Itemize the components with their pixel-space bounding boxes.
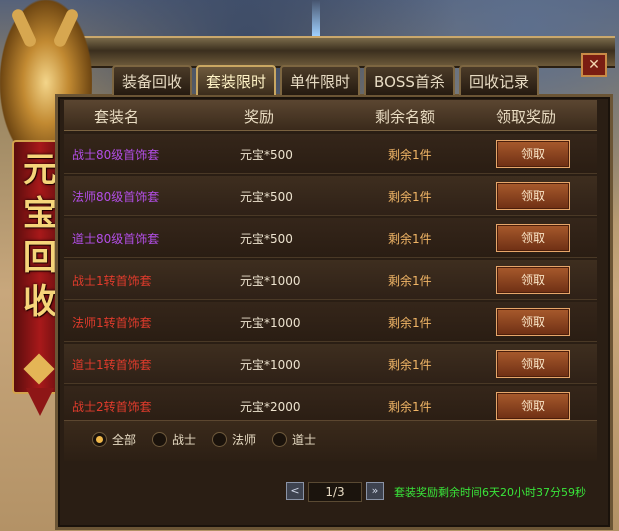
filter-label: 全部 — [112, 433, 137, 447]
reward-amount: 元宝*1000 — [240, 274, 301, 288]
tab-single-limited[interactable]: 单件限时 — [280, 65, 361, 95]
dragon-horn-icon — [52, 7, 80, 49]
filter-mage[interactable]: 法师 — [212, 431, 256, 448]
claim-button[interactable]: 领取 — [496, 266, 570, 294]
footer-bar: < 1/3 » 套装奖励剩余时间6天20小时37分59秒 — [64, 464, 597, 516]
remaining-count: 剩余1件 — [388, 358, 432, 372]
table-row: 法师80级首饰套 元宝*500 剩余1件 领取 — [64, 176, 597, 216]
remaining-count: 剩余1件 — [388, 400, 432, 414]
remaining-count: 剩余1件 — [388, 274, 432, 288]
set-name: 战士1转首饰套 — [72, 274, 152, 288]
radio-icon — [212, 432, 227, 447]
set-name: 战士80级首饰套 — [72, 148, 160, 162]
page-indicator: 1/3 — [308, 482, 362, 502]
tab-set-limited[interactable]: 套装限时 — [196, 65, 277, 95]
set-name: 道士1转首饰套 — [72, 358, 152, 372]
table-row: 战士80级首饰套 元宝*500 剩余1件 领取 — [64, 134, 597, 174]
remaining-count: 剩余1件 — [388, 190, 432, 204]
filter-all[interactable]: 全部 — [92, 431, 136, 448]
claim-button[interactable]: 领取 — [496, 350, 570, 378]
set-name: 道士80级首饰套 — [72, 232, 160, 246]
header-remaining: 剩余名额 — [375, 108, 436, 126]
window-top-frame — [40, 36, 615, 68]
class-filter: 全部 战士 法师 道士 — [64, 420, 597, 461]
tab-bar: 装备回收 套装限时 单件限时 BOSS首杀 回收记录 — [112, 65, 539, 95]
table-row: 战士1转首饰套 元宝*1000 剩余1件 领取 — [64, 260, 597, 300]
reward-table: 战士80级首饰套 元宝*500 剩余1件 领取 法师80级首饰套 元宝*500 … — [64, 134, 597, 428]
filter-label: 道士 — [292, 433, 317, 447]
table-row: 道士1转首饰套 元宝*1000 剩余1件 领取 — [64, 344, 597, 384]
tab-recycle-log[interactable]: 回收记录 — [458, 65, 539, 95]
filter-taoist[interactable]: 道士 — [272, 431, 316, 448]
table-row: 法师1转首饰套 元宝*1000 剩余1件 领取 — [64, 302, 597, 342]
header-claim: 领取奖励 — [496, 108, 557, 126]
set-name: 战士2转首饰套 — [72, 400, 152, 414]
prev-page-button[interactable]: < — [286, 482, 304, 500]
reward-amount: 元宝*500 — [240, 232, 293, 246]
radio-icon — [152, 432, 167, 447]
radio-icon — [272, 432, 287, 447]
filter-label: 法师 — [232, 433, 257, 447]
tab-equipment-recycle[interactable]: 装备回收 — [112, 65, 193, 95]
reward-amount: 元宝*500 — [240, 190, 293, 204]
banner-tail — [26, 388, 54, 416]
set-name: 法师1转首饰套 — [72, 316, 152, 330]
tab-boss-first-kill[interactable]: BOSS首杀 — [364, 65, 455, 95]
reward-amount: 元宝*2000 — [240, 400, 301, 414]
radio-icon — [92, 432, 107, 447]
banner-emblem-icon — [23, 353, 55, 385]
claim-button[interactable]: 领取 — [496, 182, 570, 210]
header-name: 套装名 — [94, 108, 140, 126]
set-name: 法师80级首饰套 — [72, 190, 160, 204]
claim-button[interactable]: 领取 — [496, 308, 570, 336]
remaining-count: 剩余1件 — [388, 232, 432, 246]
claim-button[interactable]: 领取 — [496, 392, 570, 420]
claim-button[interactable]: 领取 — [496, 140, 570, 168]
reward-amount: 元宝*1000 — [240, 316, 301, 330]
table-row: 道士80级首饰套 元宝*500 剩余1件 领取 — [64, 218, 597, 258]
reward-amount: 元宝*500 — [240, 148, 293, 162]
remaining-count: 剩余1件 — [388, 148, 432, 162]
table-header: 套装名 奖励 剩余名额 领取奖励 — [64, 100, 597, 131]
claim-button[interactable]: 领取 — [496, 224, 570, 252]
filter-label: 战士 — [172, 433, 197, 447]
remaining-count: 剩余1件 — [388, 316, 432, 330]
next-page-button[interactable]: » — [366, 482, 384, 500]
dragon-horn-icon — [10, 7, 38, 49]
header-reward: 奖励 — [244, 108, 275, 126]
close-button[interactable]: ✕ — [581, 53, 607, 77]
filter-warrior[interactable]: 战士 — [152, 431, 196, 448]
countdown-timer: 套装奖励剩余时间6天20小时37分59秒 — [394, 486, 586, 499]
reward-amount: 元宝*1000 — [240, 358, 301, 372]
